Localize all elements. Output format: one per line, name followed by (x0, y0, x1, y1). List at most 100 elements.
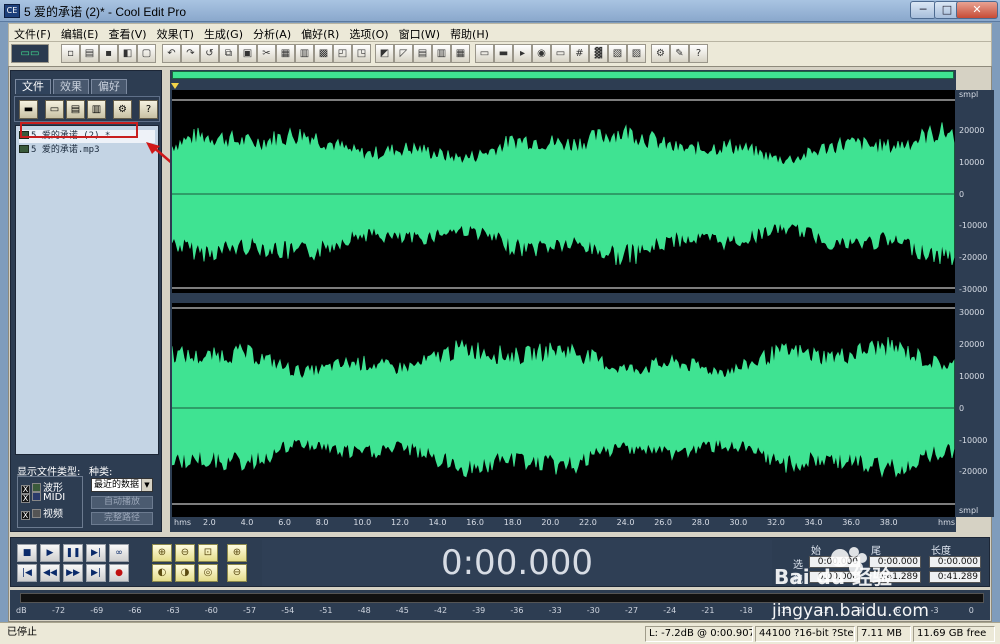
kind-select[interactable]: 最近的数据 ▼ (91, 478, 153, 492)
close-file-icon[interactable]: ▢ (137, 44, 156, 63)
tab-files[interactable]: 文件 (15, 79, 51, 94)
dropdown-arrow-icon[interactable]: ▼ (141, 479, 152, 491)
zoom-in-h-icon[interactable]: ⊕ (152, 544, 172, 562)
tab-effects[interactable]: 效果 (53, 79, 89, 94)
spectral-view-icon[interactable]: ◩ (375, 44, 394, 63)
menu-window[interactable]: 窗口(W) (394, 24, 445, 42)
tab-favorites[interactable]: 偏好 (91, 79, 127, 94)
amplitude-tick-label: 0 (959, 190, 965, 199)
amplitude-tick-label: -10000 (959, 221, 988, 230)
open-file-icon[interactable]: ▤ (80, 44, 99, 63)
file-item[interactable]: 5 爱的承诺.mp3 (19, 144, 100, 157)
redo-icon[interactable]: ↷ (181, 44, 200, 63)
go-to-end-icon[interactable]: ▶| (86, 564, 106, 582)
paste-icon[interactable]: ▦ (276, 44, 295, 63)
zoom-in-v-icon[interactable]: ⊕ (227, 544, 247, 562)
filetype-midi[interactable]: X MIDI (21, 492, 65, 503)
sel-begin-field[interactable]: 0:00.000 (809, 556, 861, 568)
numeric-icon[interactable]: # (570, 44, 589, 63)
midi-checkbox[interactable]: X (21, 494, 30, 503)
view-row-label: 视 (793, 575, 803, 586)
play-icon[interactable]: ▶ (40, 544, 60, 562)
help-icon[interactable]: ? (139, 100, 158, 119)
copy-new-icon[interactable]: ▣ (238, 44, 257, 63)
sel-length-field[interactable]: 0:00.000 (929, 556, 981, 568)
frequency-icon[interactable]: ▓ (589, 44, 608, 63)
close-button[interactable]: ✕ (956, 1, 998, 19)
zoom-out-h-icon[interactable]: ⊖ (175, 544, 195, 562)
level-meter-bar (20, 593, 984, 603)
insert-icon[interactable]: ▥ (87, 100, 106, 119)
waveform-view-icon[interactable]: ▤ (413, 44, 432, 63)
zoom-sel-icon[interactable]: ◎ (198, 564, 218, 582)
video-checkbox[interactable]: X (21, 511, 30, 520)
menu-file[interactable]: 文件(F) (9, 24, 56, 42)
repeat-icon[interactable]: ↺ (200, 44, 219, 63)
mix-icon[interactable]: ◳ (352, 44, 371, 63)
loop-icon[interactable]: ∞ (109, 544, 129, 562)
menu-options[interactable]: 选项(O) (344, 24, 393, 42)
menu-favorites[interactable]: 偏好(R) (296, 24, 344, 42)
minimize-button[interactable]: ─ (910, 1, 936, 19)
trim-icon[interactable]: ◰ (333, 44, 352, 63)
filetype-video[interactable]: X 视频 (21, 505, 63, 520)
pan-view-icon[interactable]: ▦ (451, 44, 470, 63)
zoom-left-icon[interactable]: ◐ (152, 564, 172, 582)
new-file-icon[interactable]: ▫ (61, 44, 80, 63)
cd-icon[interactable]: ◉ (532, 44, 551, 63)
play-list-icon[interactable]: ▸ (513, 44, 532, 63)
save-icon[interactable]: ▪ (99, 44, 118, 63)
multitrack-toggle-icon[interactable]: ▭▭ (11, 44, 49, 63)
zoom-full-icon[interactable]: ⊡ (198, 544, 218, 562)
spectral-freq-icon[interactable]: ▥ (432, 44, 451, 63)
fast-forward-icon[interactable]: ▶▶ (63, 564, 83, 582)
autoplay-button[interactable]: 自动播放 (91, 496, 153, 509)
info-icon[interactable]: ▭ (475, 44, 494, 63)
view-begin-field[interactable]: 0:00.000 (809, 571, 861, 583)
view-end-field[interactable]: 0:41.289 (869, 571, 921, 583)
mix-paste-icon[interactable]: ▩ (314, 44, 333, 63)
zoom-out-v-icon[interactable]: ⊖ (227, 564, 247, 582)
meter-tick-label: -18 (739, 606, 753, 615)
settings-icon[interactable]: ⚙ (113, 100, 132, 119)
envelope-icon[interactable]: ◸ (394, 44, 413, 63)
cut-icon[interactable]: ✂ (257, 44, 276, 63)
rewind-icon[interactable]: ◀◀ (40, 564, 60, 582)
stop-icon[interactable]: ■ (17, 544, 37, 562)
playhead-marker[interactable] (171, 83, 179, 89)
filter-icon[interactable]: ▨ (627, 44, 646, 63)
status-size: 7.11 MB (857, 626, 911, 642)
undo-icon[interactable]: ↶ (162, 44, 181, 63)
script-icon[interactable]: ⚙ (651, 44, 670, 63)
open-folder-icon[interactable]: ▬ (19, 100, 38, 119)
menu-help[interactable]: 帮助(H) (445, 24, 494, 42)
view-length-field[interactable]: 0:41.289 (929, 571, 981, 583)
waveform-display[interactable] (172, 90, 955, 517)
sel-end-field[interactable]: 0:00.000 (869, 556, 921, 568)
copy-icon[interactable]: ⧉ (219, 44, 238, 63)
save-as-icon[interactable]: ◧ (118, 44, 137, 63)
menu-effects[interactable]: 效果(T) (152, 24, 199, 42)
statistics-icon[interactable]: ▧ (608, 44, 627, 63)
menu-view[interactable]: 查看(V) (103, 24, 151, 42)
status-free: 11.69 GB free (913, 626, 995, 642)
help-icon[interactable]: ? (689, 44, 708, 63)
record-icon[interactable]: ● (109, 564, 129, 582)
cue-list-icon[interactable]: ▬ (494, 44, 513, 63)
pause-icon[interactable]: ❚❚ (63, 544, 83, 562)
menu-generate[interactable]: 生成(G) (199, 24, 248, 42)
fullpath-button[interactable]: 完整路径 (91, 512, 153, 525)
favorites-icon[interactable]: ✎ (670, 44, 689, 63)
menu-edit[interactable]: 编辑(E) (56, 24, 104, 42)
scan-icon[interactable]: ▭ (551, 44, 570, 63)
end-header: 尾 (871, 546, 881, 557)
go-to-start-icon[interactable]: |◀ (17, 564, 37, 582)
zoom-right-icon[interactable]: ◑ (175, 564, 195, 582)
menu-analyze[interactable]: 分析(A) (248, 24, 296, 42)
overview-bar[interactable] (172, 71, 954, 79)
meter-tick-label: -72 (52, 606, 66, 615)
edit-file-icon[interactable]: ▤ (66, 100, 85, 119)
close-icon[interactable]: ▭ (45, 100, 64, 119)
paste-new-icon[interactable]: ▥ (295, 44, 314, 63)
play-to-end-icon[interactable]: ▶| (86, 544, 106, 562)
